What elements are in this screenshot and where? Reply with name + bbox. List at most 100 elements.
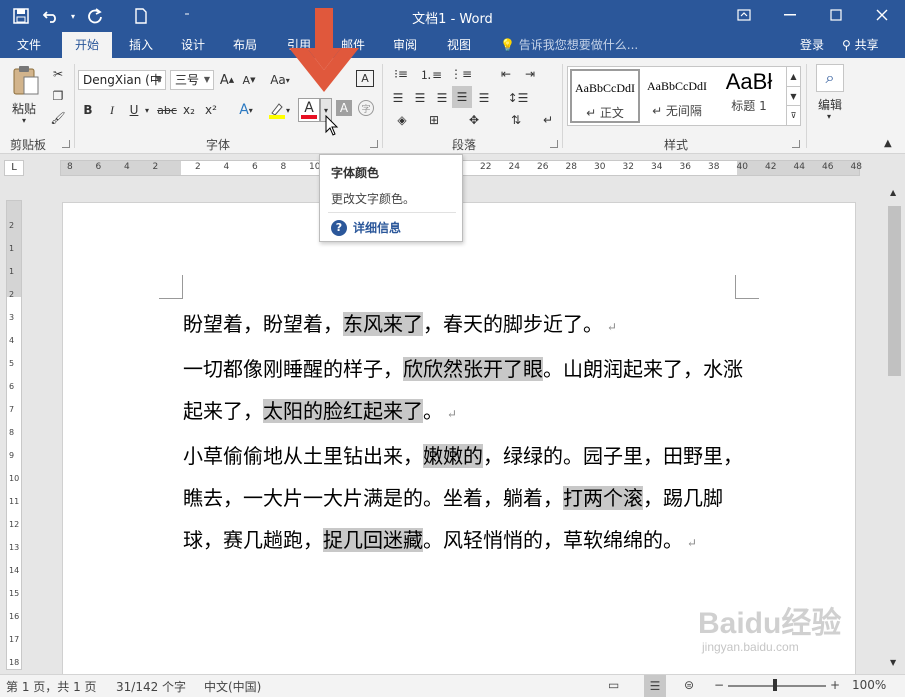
tell-me-search[interactable]: 💡 告诉我您想要做什么...	[500, 32, 638, 58]
styles-more-icon[interactable]: ⊽	[786, 105, 800, 125]
copy-icon[interactable]: ❐	[48, 86, 68, 106]
superscript-button[interactable]: x²	[202, 100, 220, 120]
share-button[interactable]: ⚲ 共享	[836, 34, 885, 56]
language-indicator[interactable]: 中文(中国)	[204, 678, 261, 695]
editing-button[interactable]: ⌕ 编辑 ▾	[812, 64, 848, 128]
increase-indent-icon[interactable]: ⇥	[520, 64, 540, 84]
highlight-color-button[interactable]: ▾	[264, 100, 294, 120]
underline-button[interactable]: U	[126, 100, 142, 120]
selected-text[interactable]: 太阳的脸红起来了	[263, 399, 423, 423]
close-icon[interactable]	[859, 0, 905, 30]
text-run[interactable]: 。风轻悄悄的，草软绵绵的。	[423, 528, 683, 552]
borders-icon[interactable]: ⊞	[420, 110, 448, 130]
style-heading-1[interactable]: AaBł 标题 1	[714, 69, 784, 123]
align-center-icon[interactable]: ☰	[410, 88, 430, 108]
zoom-in-icon[interactable]: +	[830, 678, 840, 692]
shrink-font-button[interactable]: A ▼	[240, 70, 258, 90]
collapse-ribbon-icon[interactable]: ▲	[884, 138, 892, 149]
styles-scroll-down-icon[interactable]: ▼	[786, 86, 800, 105]
selected-text[interactable]: 捉几回迷藏	[323, 528, 423, 552]
decrease-indent-icon[interactable]: ⇤	[496, 64, 516, 84]
line-spacing-icon[interactable]: ↕☰	[504, 88, 532, 108]
scroll-up-icon[interactable]: ▲	[890, 188, 896, 197]
paragraph[interactable]: 小草偷偷地从土里钻出来，嫩嫩的，绿绿的。园子里，田野里，瞧去，一大片一大片满是的…	[183, 435, 743, 564]
text-run[interactable]: ，春天的脚步近了。	[423, 312, 603, 336]
tab-insert[interactable]: 插入	[118, 32, 164, 58]
document-body[interactable]: 盼望着，盼望着，东风来了，春天的脚步近了。 ↵ 一切都像刚睡醒的样子，欣欣然张开了…	[183, 303, 743, 564]
clipboard-launcher-icon[interactable]	[62, 140, 70, 148]
font-size-combo[interactable]: 三号 ▼	[170, 70, 214, 90]
selected-text[interactable]: 打两个滚	[563, 486, 643, 510]
selected-text[interactable]: 嫩嫩的	[423, 444, 483, 468]
align-left-icon[interactable]: ☰	[388, 88, 408, 108]
style-no-spacing[interactable]: AaBbCcDdI ↵ 无间隔	[642, 69, 712, 123]
minimize-icon[interactable]	[767, 0, 813, 30]
underline-dropdown-icon[interactable]: ▾	[142, 100, 152, 120]
font-name-combo[interactable]: DengXian (中 ▼	[78, 70, 166, 90]
text-run[interactable]: 。	[423, 399, 443, 423]
format-painter-icon[interactable]: 🖌	[48, 108, 68, 128]
text-run[interactable]: 盼望着，盼望着，	[183, 312, 343, 336]
paragraph-shading-icon[interactable]: ◈	[388, 110, 416, 130]
paste-button[interactable]: 粘贴 ▾	[8, 64, 44, 125]
numbering-icon[interactable]: ⒈≡	[418, 64, 444, 84]
text-run[interactable]: 小草偷偷地从土里钻出来，	[183, 444, 423, 468]
bullets-icon[interactable]: ⁝≡	[388, 64, 414, 84]
vertical-scrollbar[interactable]: ▲ ▼	[886, 184, 905, 674]
selected-text[interactable]: 东风来了	[343, 312, 423, 336]
paragraph-mark: ↵	[683, 536, 697, 550]
zoom-out-icon[interactable]: −	[714, 678, 724, 692]
font-launcher-icon[interactable]	[370, 140, 378, 148]
paragraph-mark: ↵	[443, 407, 457, 421]
justify-icon[interactable]: ☰	[452, 86, 472, 108]
text-run[interactable]: 一切都像刚睡醒的样子，	[183, 357, 403, 381]
mouse-cursor-icon	[325, 115, 339, 136]
bold-button[interactable]: B	[80, 100, 96, 120]
cut-icon[interactable]: ✂	[48, 64, 68, 84]
styles-launcher-icon[interactable]	[792, 140, 800, 148]
tab-file[interactable]: 文件	[6, 32, 52, 58]
tab-review[interactable]: 审阅	[382, 32, 428, 58]
tooltip-help-link[interactable]: ? 详细信息	[331, 219, 401, 236]
character-shading-button[interactable]: A	[336, 100, 352, 116]
align-right-icon[interactable]: ☰	[432, 88, 452, 108]
multilevel-list-icon[interactable]: ⋮≡	[448, 64, 474, 84]
styles-scroll-up-icon[interactable]: ▲	[786, 67, 800, 86]
login-link[interactable]: 登录	[800, 32, 824, 58]
paragraph[interactable]: 一切都像刚睡醒的样子，欣欣然张开了眼。山朗润起来了，水涨起来了，太阳的脸红起来了…	[183, 348, 743, 435]
print-layout-icon[interactable]: ☰	[644, 675, 666, 697]
scrollbar-thumb[interactable]	[888, 206, 901, 376]
show-marks-icon[interactable]: ↵	[538, 110, 558, 130]
ribbon-display-icon[interactable]	[721, 0, 767, 30]
tab-home[interactable]: 开始	[62, 32, 112, 58]
scroll-down-icon[interactable]: ▼	[890, 658, 896, 667]
selected-text[interactable]: 欣欣然张开了眼	[403, 357, 543, 381]
distributed-icon[interactable]: ☰	[474, 88, 494, 108]
zoom-slider[interactable]	[728, 685, 826, 687]
tab-selector[interactable]: L	[4, 160, 24, 176]
maximize-icon[interactable]	[813, 0, 859, 30]
read-mode-icon[interactable]: ▭	[608, 678, 619, 692]
page-count[interactable]: 第 1 页，共 1 页	[6, 678, 97, 695]
font-color-button[interactable]: A	[298, 98, 320, 122]
italic-button[interactable]: I	[104, 100, 120, 120]
tab-design[interactable]: 设计	[170, 32, 216, 58]
word-count[interactable]: 31/142 个字	[116, 678, 186, 695]
style-normal[interactable]: AaBbCcDdI ↵ 正文	[570, 69, 640, 123]
vertical-ruler[interactable]: 2 1 1 2 3 4 5 6 7 8 9 10 11 12 13 14 15 16 17 18	[6, 200, 22, 670]
ruler-tick-label: 2	[9, 290, 15, 299]
enclose-characters-button[interactable]: 字	[358, 100, 374, 116]
strikethrough-button[interactable]: abc	[156, 100, 178, 120]
sort-icon[interactable]: ⇅	[506, 110, 526, 130]
zoom-level[interactable]: 100%	[852, 678, 886, 692]
web-layout-icon[interactable]: ⊜	[684, 678, 694, 692]
zoom-slider-thumb[interactable]	[773, 679, 777, 691]
tab-view[interactable]: 视图	[436, 32, 482, 58]
text-effects-button[interactable]: A ▾	[232, 100, 260, 120]
grow-font-button[interactable]: A ▲	[218, 70, 236, 90]
tab-layout[interactable]: 布局	[222, 32, 268, 58]
chinese-layout-icon[interactable]: ✥	[460, 110, 488, 130]
subscript-button[interactable]: x₂	[180, 100, 198, 120]
paragraph-launcher-icon[interactable]	[550, 140, 558, 148]
paragraph[interactable]: 盼望着，盼望着，东风来了，春天的脚步近了。 ↵	[183, 303, 743, 348]
